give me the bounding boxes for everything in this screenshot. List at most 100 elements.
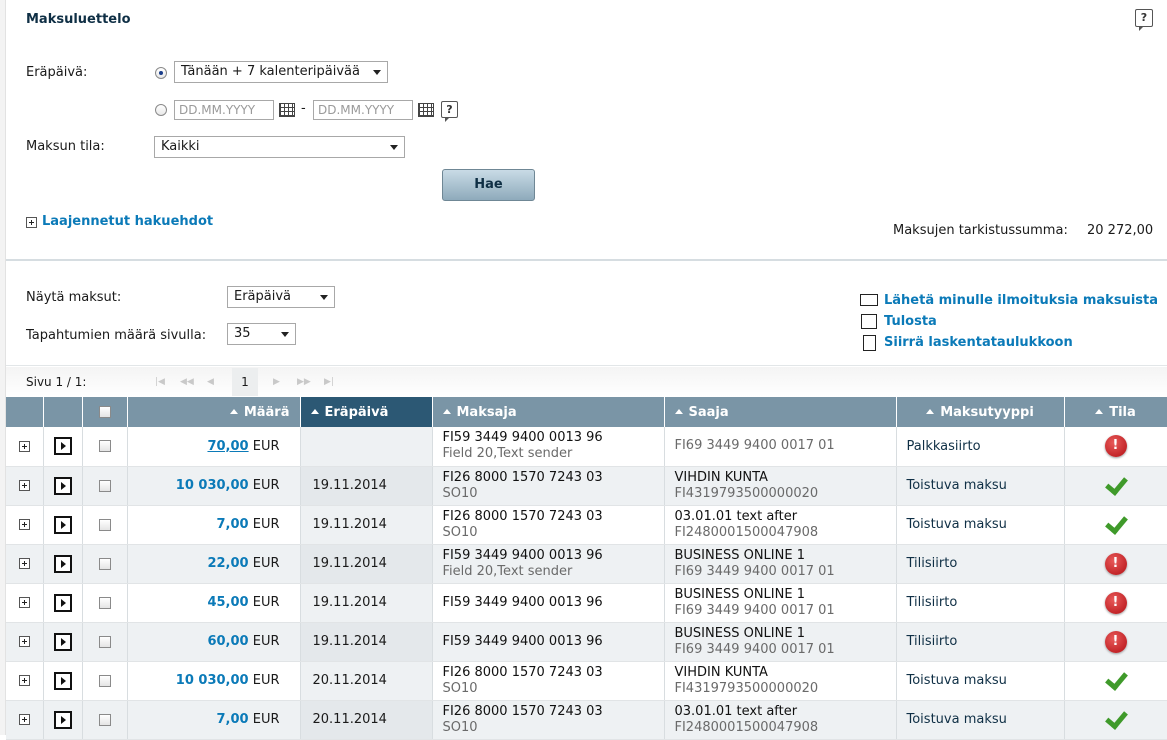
amount-link[interactable]: 10 030,00 [176,673,249,688]
chevron-down-icon [373,70,381,75]
chevron-down-icon [390,145,398,150]
open-details-icon[interactable] [53,632,72,651]
expand-row-icon[interactable] [18,675,30,686]
payee-name: 03.01.01 text after [674,508,798,524]
expand-row-icon[interactable] [18,519,30,530]
open-details-icon[interactable] [53,515,72,534]
advanced-search-link[interactable]: Laajennetut hakuehdot [42,214,213,229]
duedate-preset-select[interactable]: Tänään + 7 kalenteripäivää [174,61,388,83]
duedate-preset-radio[interactable] [155,67,167,79]
payment-type-cell: Toistuva maksu [896,466,1065,506]
open-cell [43,505,83,545]
currency: EUR [252,673,280,688]
help-icon[interactable]: ? [1135,9,1153,27]
status-cell [1064,700,1167,740]
payment-type-cell: Tilisiirto [896,544,1065,584]
open-details-icon[interactable] [53,710,72,729]
open-cell [43,700,83,740]
checkmark-icon [1105,514,1127,532]
col-payer-header[interactable]: Maksaja [432,397,665,427]
status-select[interactable]: Kaikki [154,136,405,158]
row-checkbox[interactable] [98,440,111,453]
payee-cell: BUSINESS ONLINE 1 FI69 3449 9400 0017 01 [664,544,897,584]
col-expand-header [6,397,44,427]
payee-account: FI2480001500047908 [674,719,819,735]
error-icon[interactable]: ! [1104,435,1127,458]
amount-link[interactable]: 10 030,00 [176,478,249,493]
error-icon[interactable]: ! [1104,591,1127,614]
col-status-header[interactable]: Tila [1064,397,1167,427]
row-checkbox[interactable] [98,674,111,687]
error-icon[interactable]: ! [1104,630,1127,653]
date-help-icon[interactable]: ? [441,101,458,118]
checksum-value: 20 272,00 [1087,223,1154,238]
col-payee-header[interactable]: Saaja [664,397,897,427]
export-link[interactable]: Siirrä laskentataulukkoon [884,335,1073,350]
calendar-icon[interactable] [418,103,434,117]
prev-page-icon[interactable]: ◀ [207,377,214,387]
row-checkbox[interactable] [98,596,111,609]
per-page-select[interactable]: 35 [227,323,296,345]
expand-row-icon[interactable] [18,558,30,569]
status-label: Maksun tila: [26,139,105,154]
expand-row-icon[interactable] [18,440,30,452]
next-group-icon[interactable]: ▶▶ [297,377,311,387]
duedate-range-radio[interactable] [155,104,167,116]
amount-link[interactable]: 60,00 [207,634,248,649]
first-page-icon[interactable]: |◀ [155,377,165,387]
amount-link[interactable]: 7,00 [217,712,249,727]
calendar-icon[interactable] [279,103,295,117]
amount-link[interactable]: 22,00 [207,556,248,571]
print-link[interactable]: Tulosta [884,314,937,329]
col-amount-label: Määrä [243,404,290,420]
expand-row-icon[interactable] [18,714,30,725]
status-cell [1064,661,1167,701]
payee-cell: 03.01.01 text after FI2480001500047908 [664,505,897,545]
last-page-icon[interactable]: ▶| [324,377,334,387]
notify-link[interactable]: Lähetä minulle ilmoituksia maksuista [884,293,1158,308]
col-amount-header[interactable]: Määrä [127,397,301,427]
error-icon[interactable]: ! [1104,552,1127,575]
table-row: 10 030,00 EUR 20.11.2014 FI26 8000 1570 72… [6,661,1167,701]
duedate-cell: 19.11.2014 [300,544,433,584]
row-checkbox[interactable] [98,713,111,726]
amount-link[interactable]: 7,00 [217,517,249,532]
duedate-cell: 20.11.2014 [300,661,433,701]
payer-cell: FI26 8000 1570 7243 03 SO10 [432,700,665,740]
row-checkbox[interactable] [98,635,111,648]
sort-up-icon [674,408,683,414]
col-type-header[interactable]: Maksutyyppi [896,397,1065,427]
date-from-input[interactable]: DD.MM.YYYY [174,100,274,120]
payer-account: FI26 8000 1570 7243 03 [442,469,603,485]
row-checkbox[interactable] [98,479,111,492]
expand-row-icon[interactable] [18,480,30,491]
open-details-icon[interactable] [53,476,72,495]
open-details-icon[interactable] [53,554,72,573]
open-details-icon[interactable] [53,437,72,456]
select-cell [82,466,128,506]
sort-up-icon [1095,408,1104,414]
expand-row-icon[interactable] [18,636,30,647]
amount-link[interactable]: 70,00 [207,439,248,454]
row-checkbox[interactable] [98,557,111,570]
checksum-label: Maksujen tarkistussumma: [893,223,1068,238]
date-to-input[interactable]: DD.MM.YYYY [313,100,413,120]
next-page-icon[interactable]: ▶ [273,377,280,387]
payee-cell: 03.01.01 text after FI2480001500047908 [664,700,897,740]
amount-link[interactable]: 45,00 [207,595,248,610]
search-button[interactable]: Hae [442,169,535,201]
expand-row-icon[interactable] [18,597,30,608]
open-details-icon[interactable] [53,671,72,690]
checkmark-icon [1105,475,1127,493]
page-number[interactable]: 1 [232,368,258,396]
payee-name: FI69 3449 9400 0017 01 [674,438,835,454]
row-checkbox[interactable] [98,518,111,531]
select-all-checkbox[interactable] [98,406,111,418]
divider [6,259,1167,261]
spreadsheet-icon [863,335,876,351]
prev-group-icon[interactable]: ◀◀ [180,377,194,387]
show-payments-select[interactable]: Eräpäivä [227,286,335,308]
open-details-icon[interactable] [53,593,72,612]
col-duedate-header[interactable]: Eräpäivä [300,397,433,427]
expand-icon[interactable] [26,217,37,228]
